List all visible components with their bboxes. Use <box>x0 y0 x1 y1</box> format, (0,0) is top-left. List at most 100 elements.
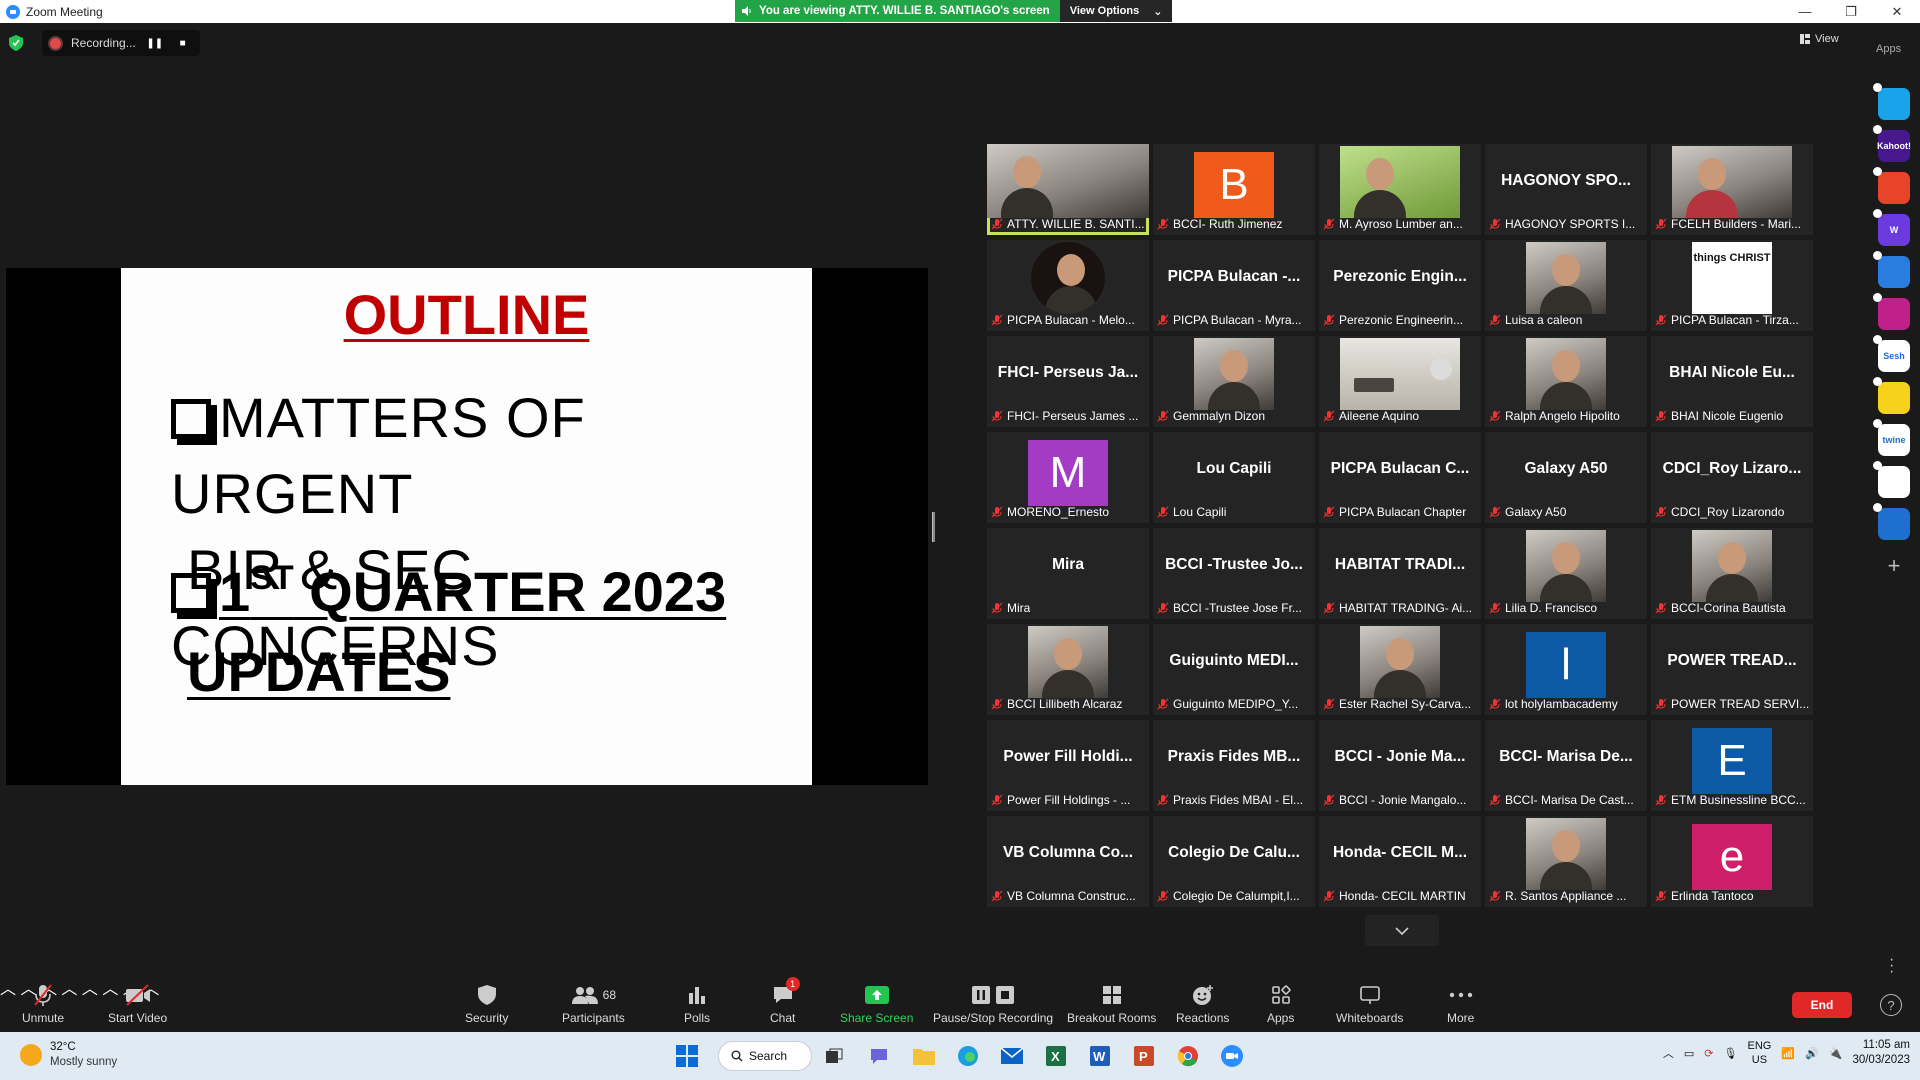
powerpoint-icon[interactable]: P <box>1130 1042 1158 1070</box>
end-meeting-button[interactable]: End <box>1792 992 1852 1018</box>
sync-tray-icon[interactable]: ⟳ <box>1704 1047 1713 1060</box>
pause-stop-recording-button[interactable]: Pause/Stop Recording <box>933 983 1053 1025</box>
participant-tile[interactable]: Lilia D. Francisco <box>1485 528 1647 619</box>
participant-tile[interactable]: Ester Rachel Sy-Carva... <box>1319 624 1481 715</box>
participant-tile[interactable]: VB Columna Co... VB Columna Construc... <box>987 816 1149 907</box>
language-indicator[interactable]: ENG US <box>1747 1039 1771 1067</box>
battery-icon[interactable]: ▭ <box>1684 1047 1694 1060</box>
polls-button[interactable]: Polls <box>684 983 710 1025</box>
participant-tile[interactable]: R. Santos Appliance ... <box>1485 816 1647 907</box>
wifi-icon[interactable]: 📶 <box>1781 1047 1795 1060</box>
reactions-button[interactable]: Reactions <box>1176 983 1229 1025</box>
grid-app-icon[interactable] <box>1873 461 1910 498</box>
participant-tile[interactable]: Aileene Aquino <box>1319 336 1481 427</box>
participant-tile[interactable]: PICPA Bulacan -... PICPA Bulacan - Myra..… <box>1153 240 1315 331</box>
kahoot-app-icon[interactable]: Kahoot! <box>1873 125 1911 162</box>
participant-tile[interactable]: Luisa a caleon <box>1485 240 1647 331</box>
whiteboards-button[interactable]: Whiteboards <box>1336 983 1403 1025</box>
participant-tile[interactable]: ATTY. WILLIE B. SANTI... <box>987 144 1149 235</box>
participant-tile[interactable]: HAGONOY SPO... HAGONOY SPORTS I... <box>1485 144 1647 235</box>
clock[interactable]: 11:05 am 30/03/2023 <box>1852 1038 1910 1068</box>
participant-tile[interactable]: M MORENO_Ernesto <box>987 432 1149 523</box>
power-icon[interactable]: 🔌 <box>1829 1047 1843 1060</box>
participants-button[interactable]: 68 Participants <box>562 983 625 1025</box>
task-view-icon[interactable] <box>820 1042 848 1070</box>
apps-button[interactable]: Apps <box>1267 983 1294 1025</box>
participant-tile[interactable]: Gemmalyn Dizon <box>1153 336 1315 427</box>
encryption-shield-icon[interactable] <box>8 35 24 51</box>
participant-tile[interactable]: Guiguinto MEDI... Guiguinto MEDIPO_Y... <box>1153 624 1315 715</box>
participant-tile[interactable]: Colegio De Calu... Colegio De Calumpit,I.… <box>1153 816 1315 907</box>
red-app-icon[interactable] <box>1873 167 1910 204</box>
show-hidden-icons-icon[interactable]: ︿ <box>1663 1045 1674 1061</box>
weather-widget[interactable]: 32°C Mostly sunny <box>20 1040 117 1070</box>
participant-tile[interactable]: Mira Mira <box>987 528 1149 619</box>
word-icon[interactable]: W <box>1086 1042 1114 1070</box>
unmute-button[interactable]: Unmute <box>22 983 64 1025</box>
participant-tile[interactable]: PICPA Bulacan C... PICPA Bulacan Chapter <box>1319 432 1481 523</box>
view-button[interactable]: View <box>1800 33 1839 45</box>
participant-tile[interactable]: l lot holylambacademy <box>1485 624 1647 715</box>
participant-tile[interactable]: E ETM Businessline BCC... <box>1651 720 1813 811</box>
mail-icon[interactable] <box>998 1042 1026 1070</box>
close-button[interactable]: ✕ <box>1874 0 1920 23</box>
volume-icon[interactable]: 🔊 <box>1805 1047 1819 1060</box>
pause-recording-icon[interactable]: ❚❚ <box>146 38 164 49</box>
edge-browser-icon[interactable] <box>954 1042 982 1070</box>
participant-tile[interactable]: FHCI- Perseus Ja... FHCI- Perseus James .… <box>987 336 1149 427</box>
play-app-icon[interactable] <box>1873 83 1910 120</box>
microphone-tray-icon[interactable]: 🎙 <box>1724 1047 1738 1060</box>
participant-tile[interactable]: Galaxy A50 Galaxy A50 <box>1485 432 1647 523</box>
participant-tile[interactable]: BCCI - Jonie Ma... BCCI - Jonie Mangalo..… <box>1319 720 1481 811</box>
bot-app-icon[interactable] <box>1873 251 1910 288</box>
file-explorer-icon[interactable] <box>910 1042 938 1070</box>
participant-tile[interactable]: CDCI_Roy Lizaro... CDCI_Roy Lizarondo <box>1651 432 1813 523</box>
chrome-icon[interactable] <box>1174 1042 1202 1070</box>
taskbar-search[interactable]: Search <box>718 1041 812 1071</box>
participant-tile[interactable]: BCCI- Marisa De... BCCI- Marisa De Cast..… <box>1485 720 1647 811</box>
participant-tile[interactable]: FCELH Builders - Mari... <box>1651 144 1813 235</box>
chat-button[interactable]: 1 Chat <box>770 977 800 1025</box>
teams-chat-icon[interactable] <box>866 1042 894 1070</box>
participant-tile[interactable]: things CHRIST PICPA Bulacan - Tirza... <box>1651 240 1813 331</box>
participant-tile[interactable]: Ralph Angelo Hipolito <box>1485 336 1647 427</box>
sync-app-icon[interactable] <box>1873 503 1910 540</box>
more-options-icon[interactable]: · · · <box>1889 952 1894 980</box>
zoom-taskbar-icon[interactable] <box>1218 1042 1246 1070</box>
participant-tile[interactable]: Praxis Fides MB... Praxis Fides MBAI - El… <box>1153 720 1315 811</box>
participant-tile[interactable]: M. Ayroso Lumber an... <box>1319 144 1481 235</box>
participant-tile[interactable]: Honda- CECIL M... Honda- CECIL MARTIN <box>1319 816 1481 907</box>
video-app-icon[interactable] <box>1873 293 1910 330</box>
audio-options-caret[interactable]: ︿ <box>0 981 16 998</box>
start-button[interactable] <box>673 1042 701 1070</box>
share-screen-button[interactable]: Share Screen <box>840 983 913 1025</box>
participant-tile[interactable]: Power Fill Holdi... Power Fill Holdings -… <box>987 720 1149 811</box>
stop-recording-icon[interactable]: ■ <box>174 38 192 49</box>
participant-tile[interactable]: POWER TREAD... POWER TREAD SERVI... <box>1651 624 1813 715</box>
emoji-app-icon[interactable] <box>1873 377 1910 414</box>
minimize-button[interactable]: — <box>1782 0 1828 23</box>
security-button[interactable]: Security <box>465 983 508 1025</box>
participant-tile[interactable]: B BCCI- Ruth Jimenez <box>1153 144 1315 235</box>
add-app-icon[interactable]: + <box>1878 550 1910 582</box>
wooclap-app-icon[interactable]: W <box>1873 209 1910 246</box>
start-video-button[interactable]: Start Video <box>108 983 167 1025</box>
participant-tile[interactable]: BHAI Nicole Eu... BHAI Nicole Eugenio <box>1651 336 1813 427</box>
participant-tile[interactable]: BCCI-Corina Bautista <box>1651 528 1813 619</box>
more-button[interactable]: More <box>1447 983 1474 1025</box>
view-options-button[interactable]: View Options ⌄ <box>1059 0 1173 22</box>
participant-tile[interactable]: PICPA Bulacan - Melo... <box>987 240 1149 331</box>
participant-tile[interactable]: e Erlinda Tantoco <box>1651 816 1813 907</box>
maximize-button[interactable]: ❐ <box>1828 0 1874 23</box>
gallery-next-page-button[interactable] <box>1365 915 1439 946</box>
sesh-app-icon[interactable]: Sesh <box>1873 335 1910 372</box>
participant-tile[interactable]: BCCI -Trustee Jo... BCCI -Trustee Jose Fr… <box>1153 528 1315 619</box>
participant-tile[interactable]: BCCI Lillibeth Alcaraz <box>987 624 1149 715</box>
help-icon[interactable]: ? <box>1880 994 1902 1016</box>
participant-tile[interactable]: Lou Capili Lou Capili <box>1153 432 1315 523</box>
split-view-divider[interactable] <box>932 512 935 542</box>
share-screen-caret[interactable]: ︿ <box>82 981 98 998</box>
excel-icon[interactable]: X <box>1042 1042 1070 1070</box>
participant-tile[interactable]: Perezonic Engin... Perezonic Engineerin..… <box>1319 240 1481 331</box>
participant-tile[interactable]: HABITAT TRADI... HABITAT TRADING- Ai... <box>1319 528 1481 619</box>
